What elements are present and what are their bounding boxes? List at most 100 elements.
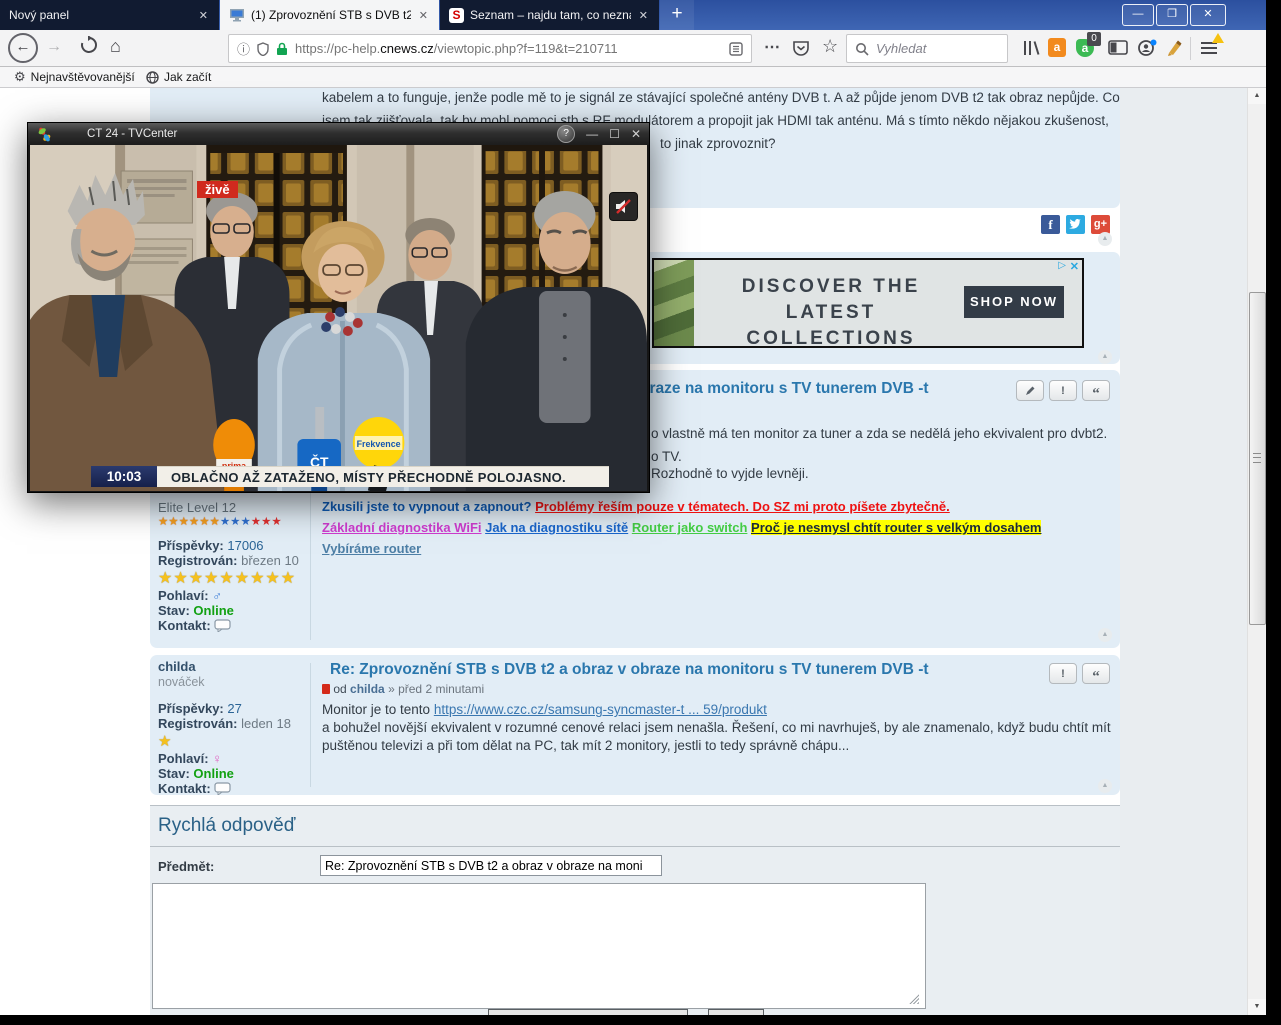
facebook-share-icon[interactable]: f (1041, 215, 1060, 234)
submit-button-partial[interactable] (488, 1009, 688, 1015)
ticker-time: 10:03 (91, 466, 157, 487)
tab-forum-topic[interactable]: (1) Zprovoznění STB s DVB t2 a ✕ (220, 0, 439, 30)
globe-icon (146, 70, 159, 84)
weather-ticker: 10:03 OBLAČNO AŽ ZATAŽENO, MÍSTY PŘECHOD… (91, 466, 609, 487)
bookmark-getting-started[interactable]: Jak začít (146, 67, 211, 87)
post-author-link[interactable]: childa (350, 682, 385, 696)
googleplus-share-icon[interactable]: g+ (1091, 215, 1110, 234)
registered-date: Registrován: leden 18 (158, 716, 291, 731)
status-badge: Online (193, 603, 234, 618)
tab-new-panel[interactable]: Nový panel ✕ (0, 0, 219, 30)
scroll-top-icon[interactable]: ▲ (1098, 628, 1112, 642)
ad-close-icon[interactable]: ✕ (1070, 260, 1079, 273)
edit-post-button[interactable] (1016, 380, 1044, 401)
reader-mode-icon[interactable] (729, 41, 743, 56)
bookmark-most-visited[interactable]: ⚙ Nejnavštěvovanější (14, 67, 135, 87)
new-tab-button[interactable]: + (660, 0, 694, 30)
tv-player-window[interactable]: CT 24 - TVCenter ? — ☐ ✕ ČT Frekvence ži… (27, 122, 650, 493)
post-body-line: o vlastně má ten monitor za tuner a zda … (651, 426, 1108, 441)
scroll-down-icon[interactable]: ▼ (1248, 999, 1266, 1015)
post-title[interactable]: Re: Zprovoznění STB s DVB t2 a obraz v o… (330, 661, 929, 679)
highlighter-pen-icon[interactable] (1166, 40, 1183, 56)
quote-post-button[interactable]: “ (1082, 380, 1110, 401)
window-close-button[interactable]: ✕ (1190, 4, 1226, 26)
url-text[interactable]: https://pc-help.cnews.cz/viewtopic.php?f… (295, 41, 618, 56)
adchoices-icon[interactable]: ▷ (1058, 260, 1066, 271)
window-restore-button[interactable]: ❐ (1156, 4, 1188, 26)
bookmark-star-icon[interactable]: ☆ (822, 37, 838, 55)
quick-reply-section: Rychlá odpověď Předmět: (150, 805, 1120, 1015)
page-scrollbar[interactable]: ▲ ▼ (1247, 88, 1266, 1015)
quote-post-button[interactable]: “ (1082, 663, 1110, 684)
tracking-shield-icon[interactable] (257, 41, 269, 56)
sidebar-toggle-icon[interactable] (1108, 40, 1128, 55)
signature-link[interactable]: Jak na diagnostiku sítě (485, 520, 628, 535)
pm-bubble-icon[interactable] (214, 782, 231, 796)
reload-button[interactable] (80, 36, 98, 54)
signature-link[interactable]: Základní diagnostika WiFi (322, 520, 482, 535)
contact-row: Kontakt: (158, 619, 316, 633)
page-actions-icon[interactable]: ⋯ (764, 40, 780, 56)
window-minimize-button[interactable]: — (1122, 4, 1154, 26)
post-actions: ! “ (1049, 663, 1110, 684)
nav-toolbar: ← → ⌂ ⓘ https://pc-help.cnews.cz/viewtop… (0, 30, 1266, 67)
shop-now-button[interactable]: SHOP NOW (964, 286, 1064, 318)
signature-link[interactable]: Problémy řeším pouze v tématech. Do SZ m… (535, 499, 950, 514)
tab-seznam[interactable]: S Seznam – najdu tam, co neznám ✕ (440, 0, 659, 30)
post1-profile: Elite Level 12 ★★★★★★★★★★★★ Příspěvky: 1… (158, 501, 316, 634)
home-button[interactable]: ⌂ (110, 37, 121, 55)
signature-link[interactable]: Vybíráme router (322, 541, 421, 556)
https-lock-icon[interactable] (276, 42, 288, 56)
tab-close-icon[interactable]: ✕ (417, 9, 430, 22)
scroll-top-icon[interactable]: ▲ (1098, 232, 1112, 246)
account-icon[interactable] (1138, 39, 1157, 57)
textarea-resize-grip[interactable] (908, 993, 919, 1004)
signature-link[interactable]: Router jako switch (632, 520, 748, 535)
tv-minimize-button[interactable]: — (586, 127, 598, 141)
menu-hamburger-icon[interactable] (1200, 41, 1218, 55)
post-actions: ! “ (1016, 380, 1110, 401)
library-icon[interactable] (1022, 39, 1042, 57)
svg-text:Frekvence: Frekvence (357, 439, 401, 449)
tab-close-icon[interactable]: ✕ (197, 9, 210, 22)
scroll-top-icon[interactable]: ▲ (1098, 350, 1112, 364)
divider (150, 846, 1120, 847)
url-bar[interactable]: ⓘ https://pc-help.cnews.cz/viewtopic.php… (228, 34, 752, 63)
signature-link[interactable]: Proč je nesmysl chtít router s velkým do… (751, 520, 1042, 535)
tv-close-button[interactable]: ✕ (631, 127, 641, 141)
tv-video-area[interactable]: prima ČT Frekvence živě 10:03 OBLAČNO AŽ… (30, 145, 647, 491)
scroll-up-icon[interactable]: ▲ (1248, 88, 1266, 104)
post-icon (322, 684, 330, 694)
preview-button-partial[interactable] (708, 1009, 764, 1015)
quick-reply-textarea[interactable] (152, 883, 926, 1009)
report-post-button[interactable]: ! (1049, 380, 1077, 401)
subject-input[interactable] (320, 855, 662, 876)
contact-row: Kontakt: (158, 782, 316, 796)
search-bar[interactable]: Vyhledat (846, 34, 1008, 63)
scrollbar-thumb[interactable] (1249, 292, 1266, 625)
page-info-icon[interactable]: ⓘ (237, 39, 250, 58)
ad-banner[interactable]: DISCOVER THE LATEST COLLECTIONS SHOP NOW… (652, 258, 1084, 348)
safeprice-bag-icon[interactable]: a (1048, 38, 1066, 57)
tv-help-button[interactable]: ? (557, 125, 576, 143)
pocket-icon[interactable] (792, 40, 810, 57)
mute-icon[interactable] (609, 192, 638, 221)
status-badge: Online (193, 766, 234, 781)
twitter-share-icon[interactable] (1066, 215, 1085, 234)
pm-bubble-icon[interactable] (214, 619, 231, 633)
report-post-button[interactable]: ! (1049, 663, 1077, 684)
scroll-top-icon[interactable]: ▲ (1098, 779, 1112, 793)
user-rank: Elite Level 12 (158, 500, 237, 515)
tv-titlebar[interactable]: CT 24 - TVCenter ? — ☐ ✕ (28, 123, 649, 145)
czc-link[interactable]: https://www.czc.cz/samsung-syncmaster-t … (434, 702, 767, 717)
post-body-line: a bohužel novější ekvivalent v rozumné c… (322, 720, 1111, 735)
tv-maximize-button[interactable]: ☐ (609, 127, 620, 141)
ticker-text: OBLAČNO AŽ ZATAŽENO, MÍSTY PŘECHODNĚ POL… (157, 466, 609, 487)
rank-stars: ★★★★★★★★★★★★ (158, 516, 282, 528)
forward-button[interactable]: → (46, 39, 62, 55)
back-button[interactable]: ← (8, 33, 38, 63)
bookmark-label: Nejnavštěvovanější (30, 70, 135, 84)
tab-close-icon[interactable]: ✕ (637, 9, 650, 22)
male-icon: ♂ (212, 588, 222, 603)
username[interactable]: childa (158, 660, 316, 674)
